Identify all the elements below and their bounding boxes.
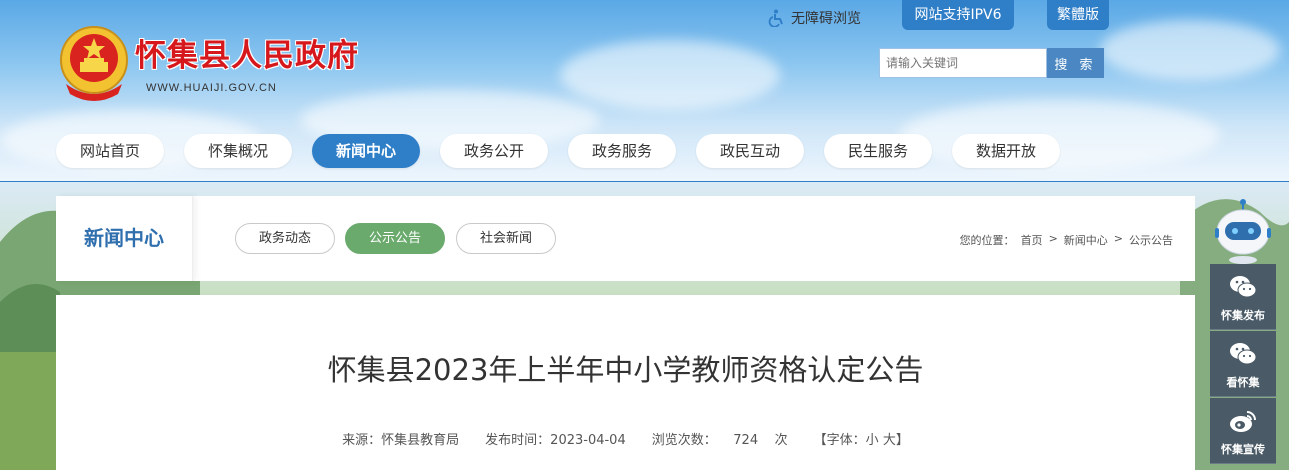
date-value: 2023-04-04 (550, 433, 626, 448)
breadcrumb-separator: > (1048, 232, 1058, 245)
breadcrumb-prefix: 您的位置： (959, 234, 1015, 247)
wechat-icon (1230, 343, 1257, 365)
wechat-icon (1230, 276, 1257, 298)
site-title[interactable]: 怀集县人民政府 (135, 30, 359, 75)
search-button[interactable]: 搜 索 (1047, 48, 1104, 78)
article-title: 怀集县2023年上半年中小学教师资格认定公告 (327, 353, 924, 387)
nav-item-overview[interactable]: 怀集概况 (184, 134, 292, 168)
date-label: 发布时间： (485, 433, 551, 448)
tab-social-news[interactable]: 社会新闻 (456, 223, 556, 254)
breadcrumb-home[interactable]: 首页 (1021, 232, 1043, 248)
tab-announcements[interactable]: 公示公告 (345, 223, 445, 254)
main-nav: 网站首页 怀集概况 新闻中心 政务公开 政务服务 政民互动 民生服务 数据开放 (0, 134, 1289, 168)
accessibility-link[interactable]: 无障碍浏览 (768, 4, 861, 32)
sidebar-item-huaiji-promo[interactable]: 怀集宣传 (1210, 398, 1276, 464)
wheelchair-icon (768, 9, 783, 27)
views-unit: 次 (774, 433, 788, 448)
site-url: WWW.HUAIJI.GOV.CN (146, 82, 277, 94)
tab-gov-news[interactable]: 政务动态 (235, 223, 335, 254)
nav-item-livelihood[interactable]: 民生服务 (824, 134, 932, 168)
floating-sidebar: 怀集发布 看怀集 怀集宣传 (1210, 264, 1276, 470)
nav-item-gov-affairs[interactable]: 政务公开 (440, 134, 548, 168)
source-value: 怀集县教育局 (381, 433, 460, 448)
ipv6-badge[interactable]: 网站支持IPV6 (902, 0, 1014, 30)
section-title: 新闻中心 (56, 196, 193, 281)
breadcrumb: 您的位置： 首页 > 新闻中心 > 公示公告 (960, 232, 1173, 248)
robot-assistant-icon[interactable] (1213, 198, 1273, 264)
font-small-button[interactable]: 小 (866, 433, 879, 448)
nav-item-gov-services[interactable]: 政务服务 (568, 134, 676, 168)
section-bar: 新闻中心 政务动态 公示公告 社会新闻 您的位置： 首页 > 新闻中心 > 公示… (56, 196, 1195, 281)
sidebar-item-label: 看怀集 (1226, 376, 1260, 389)
font-size-label: 【字体： (813, 433, 866, 448)
nav-item-interaction[interactable]: 政民互动 (696, 134, 804, 168)
sidebar-item-watch-huaiji[interactable]: 看怀集 (1210, 331, 1276, 397)
national-emblem-icon (60, 26, 128, 101)
nav-item-open-data[interactable]: 数据开放 (952, 134, 1060, 168)
breadcrumb-announcements[interactable]: 公示公告 (1129, 232, 1173, 248)
search-input[interactable] (879, 48, 1047, 78)
article-meta: 来源：怀集县教育局 发布时间：2023-04-04 浏览次数： 724 次 【字… (56, 429, 1195, 448)
article-content: 怀集县2023年上半年中小学教师资格认定公告 来源：怀集县教育局 发布时间：20… (56, 295, 1195, 470)
views-value: 724 (733, 433, 759, 448)
weibo-icon (1230, 411, 1256, 432)
source-label: 来源： (342, 433, 382, 448)
sidebar-item-label: 怀集宣传 (1221, 443, 1265, 456)
traditional-chinese-link[interactable]: 繁體版 (1047, 0, 1109, 30)
font-large-button[interactable]: 大 (883, 433, 896, 448)
sidebar-item-huaiji-release[interactable]: 怀集发布 (1210, 264, 1276, 330)
font-size-close: 】 (895, 433, 909, 448)
nav-item-home[interactable]: 网站首页 (56, 134, 164, 168)
nav-item-news[interactable]: 新闻中心 (312, 134, 420, 168)
breadcrumb-news[interactable]: 新闻中心 (1064, 232, 1108, 248)
views-label: 浏览次数： (651, 433, 717, 448)
breadcrumb-separator: > (1113, 232, 1123, 245)
sidebar-item-label: 怀集发布 (1221, 309, 1265, 322)
accessibility-label: 无障碍浏览 (791, 11, 861, 27)
